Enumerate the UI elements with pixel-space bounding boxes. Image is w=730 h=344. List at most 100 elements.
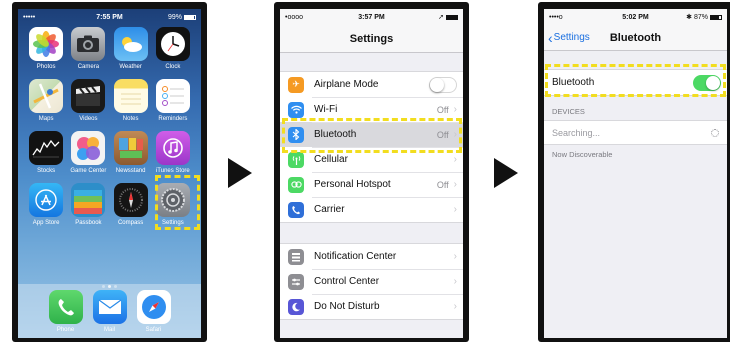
app-label: Passbook bbox=[75, 220, 102, 226]
app-settings[interactable]: Settings bbox=[152, 183, 194, 226]
status-time: 3:57 PM bbox=[358, 13, 385, 21]
phone-settings-screen: •oooo 3:57 PM ➚ Settings ✈ Airplane Mode… bbox=[274, 2, 469, 342]
app-safari[interactable]: Safari bbox=[136, 290, 171, 338]
row-label: Wi-Fi bbox=[314, 104, 338, 115]
app-stocks[interactable]: Stocks bbox=[25, 131, 67, 174]
mail-icon bbox=[92, 290, 127, 324]
bluetooth-toggle[interactable] bbox=[693, 74, 721, 91]
row-label: Notification Center bbox=[314, 251, 397, 262]
app-compass[interactable]: Compass bbox=[110, 183, 152, 226]
row-label: Bluetooth bbox=[314, 129, 357, 140]
chevron-right-icon: › bbox=[453, 276, 457, 287]
cellular-icon bbox=[288, 151, 304, 168]
signal-indicator: ••••o bbox=[549, 13, 563, 21]
photos-icon bbox=[29, 27, 64, 61]
app-camera[interactable]: Camera bbox=[67, 27, 109, 70]
app-game-center[interactable]: Game Center bbox=[67, 131, 109, 174]
discoverable-footer: Now Discoverable bbox=[552, 150, 613, 159]
back-button[interactable]: ‹ Settings bbox=[548, 29, 590, 46]
app-notes[interactable]: Notes bbox=[110, 79, 152, 122]
chevron-left-icon: ‹ bbox=[548, 29, 553, 46]
app-maps[interactable]: Maps bbox=[25, 79, 67, 122]
app-label: Settings bbox=[162, 220, 184, 226]
loading-spinner-icon bbox=[711, 128, 719, 137]
app-label: Camera bbox=[77, 64, 100, 70]
arrow-right-icon bbox=[494, 158, 518, 188]
wifi-icon bbox=[288, 101, 304, 118]
settings-row-personal-hotspot[interactable]: Personal Hotspot Off › bbox=[280, 172, 463, 197]
compass-icon bbox=[113, 183, 148, 217]
app-grid: Photos Camera Weather Clock Maps Videos … bbox=[25, 27, 194, 226]
signal-indicator: •oooo bbox=[285, 13, 304, 21]
app-photos[interactable]: Photos bbox=[25, 27, 67, 70]
battery-icon bbox=[446, 14, 458, 20]
app-itunes-store[interactable]: iTunes Store bbox=[152, 131, 194, 174]
searching-row: Searching... bbox=[544, 121, 727, 144]
settings-row-do-not-disturb[interactable]: Do Not Disturb › bbox=[280, 294, 463, 319]
devices-group: Searching... bbox=[544, 120, 727, 145]
app-phone[interactable]: Phone bbox=[48, 290, 83, 338]
settings-row-notification-center[interactable]: Notification Center › bbox=[280, 244, 463, 269]
airplane-mode-toggle[interactable] bbox=[429, 76, 457, 93]
chevron-right-icon: › bbox=[453, 104, 457, 115]
app-weather[interactable]: Weather bbox=[110, 27, 152, 70]
reminders-icon bbox=[155, 79, 190, 113]
app-mail[interactable]: Mail bbox=[92, 290, 127, 338]
devices-section-header: DEVICES bbox=[552, 107, 585, 116]
settings-screen: •oooo 3:57 PM ➚ Settings ✈ Airplane Mode… bbox=[280, 9, 463, 338]
app-clock[interactable]: Clock bbox=[152, 27, 194, 70]
stocks-icon bbox=[29, 131, 64, 165]
app-app-store[interactable]: App Store bbox=[25, 183, 67, 226]
settings-group-connectivity: ✈ Airplane Mode Wi-Fi Off › Bluetooth Of… bbox=[280, 71, 463, 223]
settings-row-wifi[interactable]: Wi-Fi Off › bbox=[280, 97, 463, 122]
phone-icon bbox=[48, 290, 83, 324]
battery-percent: 99% bbox=[167, 13, 182, 21]
notes-icon bbox=[113, 79, 148, 113]
back-label: Settings bbox=[553, 32, 590, 43]
status-bar: •oooo 3:57 PM ➚ bbox=[280, 9, 463, 25]
phone-home-screen: ••••• 7:55 PM 99% Photos Camera Weather … bbox=[12, 2, 207, 342]
app-label: App Store bbox=[32, 220, 60, 226]
chevron-right-icon: › bbox=[453, 154, 457, 165]
game-center-icon bbox=[71, 131, 106, 165]
settings-icon bbox=[155, 183, 190, 217]
hotspot-icon bbox=[288, 176, 304, 193]
app-label: Videos bbox=[79, 116, 98, 122]
app-videos[interactable]: Videos bbox=[67, 79, 109, 122]
status-bar: ••••• 7:55 PM 99% bbox=[18, 9, 201, 25]
app-label: Game Center bbox=[70, 168, 107, 174]
bluetooth-status-icon: ✱ bbox=[686, 14, 692, 21]
safari-icon bbox=[136, 290, 171, 324]
passbook-icon bbox=[71, 183, 106, 217]
chevron-right-icon: › bbox=[453, 204, 457, 215]
settings-row-carrier[interactable]: Carrier › bbox=[280, 197, 463, 222]
app-newsstand[interactable]: Newsstand bbox=[110, 131, 152, 174]
row-value: Off bbox=[436, 129, 449, 140]
carrier-icon bbox=[288, 201, 304, 218]
row-label: Control Center bbox=[314, 276, 380, 287]
app-passbook[interactable]: Passbook bbox=[67, 183, 109, 226]
page-title: Bluetooth bbox=[609, 31, 662, 44]
settings-row-airplane-mode: ✈ Airplane Mode bbox=[280, 72, 463, 97]
settings-row-bluetooth[interactable]: Bluetooth Off › bbox=[280, 122, 463, 147]
airplane-icon: ✈ bbox=[288, 76, 304, 93]
dock: Phone Mail Safari bbox=[18, 284, 201, 338]
camera-icon bbox=[71, 27, 106, 61]
battery-percent: 87% bbox=[693, 13, 708, 21]
settings-row-control-center[interactable]: Control Center › bbox=[280, 269, 463, 294]
notification-center-icon bbox=[288, 248, 304, 265]
clock-icon bbox=[155, 27, 190, 61]
bluetooth-screen: ••••o 5:02 PM ✱ 87% ‹ Settings Bluetooth … bbox=[544, 9, 727, 338]
settings-row-cellular[interactable]: Cellular › bbox=[280, 147, 463, 172]
row-label: Personal Hotspot bbox=[314, 179, 391, 190]
app-label: Newsstand bbox=[115, 168, 146, 174]
app-label: Safari bbox=[145, 327, 162, 333]
control-center-icon bbox=[288, 273, 304, 290]
chevron-right-icon: › bbox=[453, 251, 457, 262]
app-reminders[interactable]: Reminders bbox=[152, 79, 194, 122]
chevron-right-icon: › bbox=[453, 301, 457, 312]
bluetooth-icon bbox=[288, 126, 304, 143]
app-label: Notes bbox=[122, 116, 139, 122]
settings-row-bluetooth-toggle: Bluetooth bbox=[544, 70, 727, 95]
row-label: Carrier bbox=[314, 204, 345, 215]
